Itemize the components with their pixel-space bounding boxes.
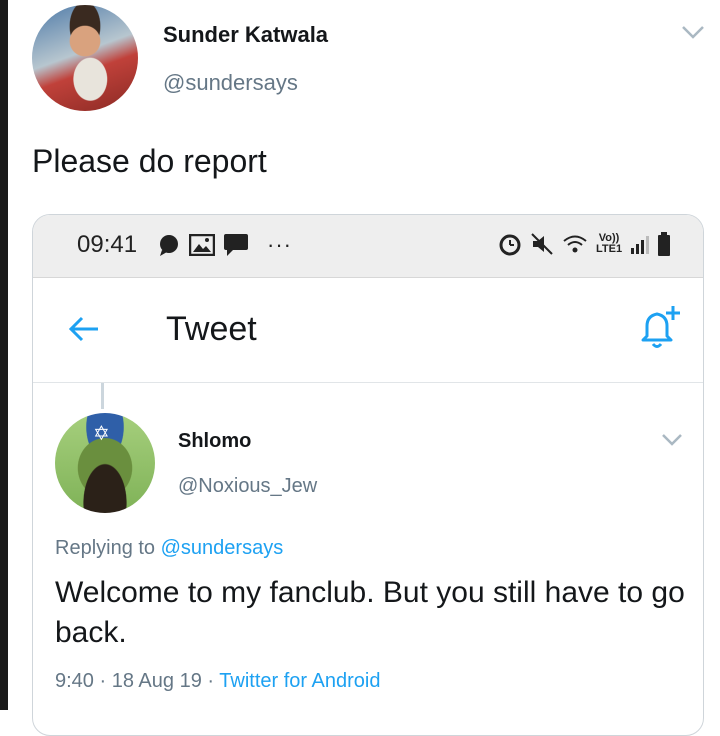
author-name[interactable]: Sunder Katwala xyxy=(163,22,328,48)
tweet-date: 18 Aug 19 xyxy=(111,670,202,692)
mute-icon xyxy=(531,233,553,255)
tweet-text: Please do report xyxy=(32,143,267,179)
image-icon xyxy=(189,234,215,256)
chevron-down-icon[interactable] xyxy=(680,22,706,42)
author-handle[interactable]: @sundersays xyxy=(163,70,298,96)
network-type-label: Vo)) LTE1 xyxy=(596,232,623,255)
wifi-icon xyxy=(563,235,587,253)
chat-bubble-icon xyxy=(160,235,178,256)
tweet-source-link[interactable]: Twitter for Android xyxy=(219,670,380,692)
message-icon xyxy=(224,234,248,256)
back-arrow-icon[interactable] xyxy=(68,315,100,343)
avatar[interactable] xyxy=(32,5,138,111)
signal-icon xyxy=(631,236,650,254)
chevron-down-icon[interactable] xyxy=(661,431,683,449)
embedded-screenshot[interactable]: 09:41 ··· Vo)) LTE1 Tweet ✡ Shlomo @Noxi… xyxy=(32,214,704,736)
tweet-metadata: 9:40 · 18 Aug 19 · Twitter for Android xyxy=(55,670,380,693)
battery-icon xyxy=(658,232,671,256)
notification-bell-plus-icon[interactable] xyxy=(633,304,683,352)
star-of-david-icon: ✡ xyxy=(93,423,110,445)
notification-icons: ··· xyxy=(157,232,292,258)
tweet-time: 9:40 xyxy=(55,670,94,692)
page-title: Tweet xyxy=(166,310,257,348)
meta-separator: · xyxy=(99,670,107,692)
alarm-icon xyxy=(499,234,521,256)
avatar[interactable]: ✡ xyxy=(55,413,155,513)
replying-to-label: Replying to xyxy=(55,537,156,559)
replying-to-link[interactable]: @sundersays xyxy=(161,537,284,559)
screen-edge xyxy=(0,0,8,710)
status-time: 09:41 xyxy=(77,231,138,258)
author-name[interactable]: Shlomo xyxy=(178,430,251,453)
author-handle[interactable]: @Noxious_Jew xyxy=(178,475,317,498)
status-bar: 09:41 ··· Vo)) LTE1 xyxy=(33,215,703,278)
more-notifications-icon: ··· xyxy=(267,232,292,257)
app-bar: Tweet xyxy=(33,278,703,383)
meta-separator: · xyxy=(207,670,215,692)
thread-connector-line xyxy=(101,383,104,409)
tweet-text: Welcome to my fanclub. But you still hav… xyxy=(55,576,685,649)
replying-to-line: Replying to @sundersays xyxy=(55,537,283,560)
system-icons: Vo)) LTE1 xyxy=(498,232,671,256)
